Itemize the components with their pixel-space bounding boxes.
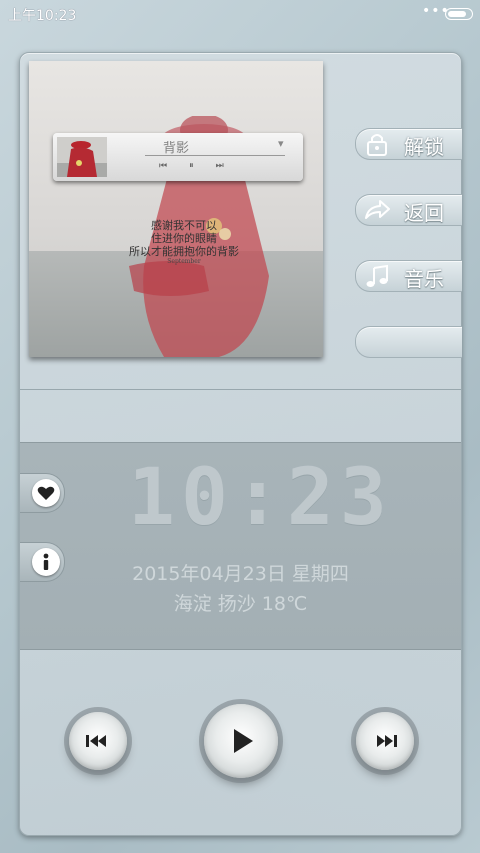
clock-widget: 10:23 2015年04月23日 星期四 海淀 扬沙 18℃ bbox=[20, 442, 461, 650]
lyric-line: 感谢我不可以 bbox=[151, 219, 217, 232]
lyric-line: 住进你的眼睛 bbox=[151, 232, 217, 245]
music-button[interactable]: 音乐 bbox=[355, 260, 462, 292]
unlock-button[interactable]: 解锁 bbox=[355, 128, 462, 160]
unlock-label: 解锁 bbox=[404, 135, 444, 159]
mini-track-title: 背影 bbox=[163, 141, 190, 156]
empty-side-button[interactable] bbox=[355, 326, 462, 358]
status-bar: 上午10:23 ••• bbox=[0, 0, 480, 26]
info-icon bbox=[43, 553, 49, 570]
mini-controls-icon[interactable]: ⏮⏸⏭ bbox=[159, 161, 246, 171]
previous-icon bbox=[86, 735, 106, 747]
lyric-credit: September bbox=[167, 258, 201, 265]
play-icon bbox=[234, 729, 253, 753]
music-note-icon bbox=[366, 264, 388, 287]
status-time: 上午10:23 bbox=[8, 8, 77, 24]
clock-time: 10:23 bbox=[128, 453, 393, 543]
lock-icon bbox=[367, 134, 387, 156]
battery-icon bbox=[445, 8, 473, 20]
album-art[interactable]: 背影 ⏮⏸⏭ ▾ 感谢我不可以 住进你的眼睛 所以才能拥抱你的背影 Septem… bbox=[29, 61, 323, 357]
clock-date: 2015年04月23日 星期四 bbox=[132, 563, 349, 585]
next-icon bbox=[377, 735, 397, 747]
chevron-down-icon[interactable]: ▾ bbox=[278, 137, 284, 150]
back-label: 返回 bbox=[404, 201, 444, 225]
lyric-line: 所以才能拥抱你的背影 bbox=[129, 245, 239, 258]
next-button[interactable] bbox=[356, 712, 414, 770]
divider bbox=[20, 389, 461, 390]
back-button[interactable]: 返回 bbox=[355, 194, 462, 226]
lyrics-overlay: 感谢我不可以 住进你的眼睛 所以才能拥抱你的背影 September bbox=[99, 219, 269, 266]
mini-thumbnail bbox=[57, 137, 107, 177]
play-button[interactable] bbox=[204, 704, 278, 778]
share-arrow-icon bbox=[365, 200, 390, 219]
heart-icon bbox=[37, 486, 55, 500]
favorite-button[interactable] bbox=[20, 473, 65, 513]
music-label: 音乐 bbox=[404, 267, 444, 291]
mini-player[interactable]: 背影 ⏮⏸⏭ ▾ bbox=[53, 133, 303, 181]
mini-progress-bar[interactable] bbox=[145, 155, 285, 156]
weather-text: 海淀 扬沙 18℃ bbox=[173, 593, 308, 615]
info-button[interactable] bbox=[20, 542, 65, 582]
previous-button[interactable] bbox=[69, 712, 127, 770]
lockscreen-panel: 背影 ⏮⏸⏭ ▾ 感谢我不可以 住进你的眼睛 所以才能拥抱你的背影 Septem… bbox=[19, 52, 462, 836]
